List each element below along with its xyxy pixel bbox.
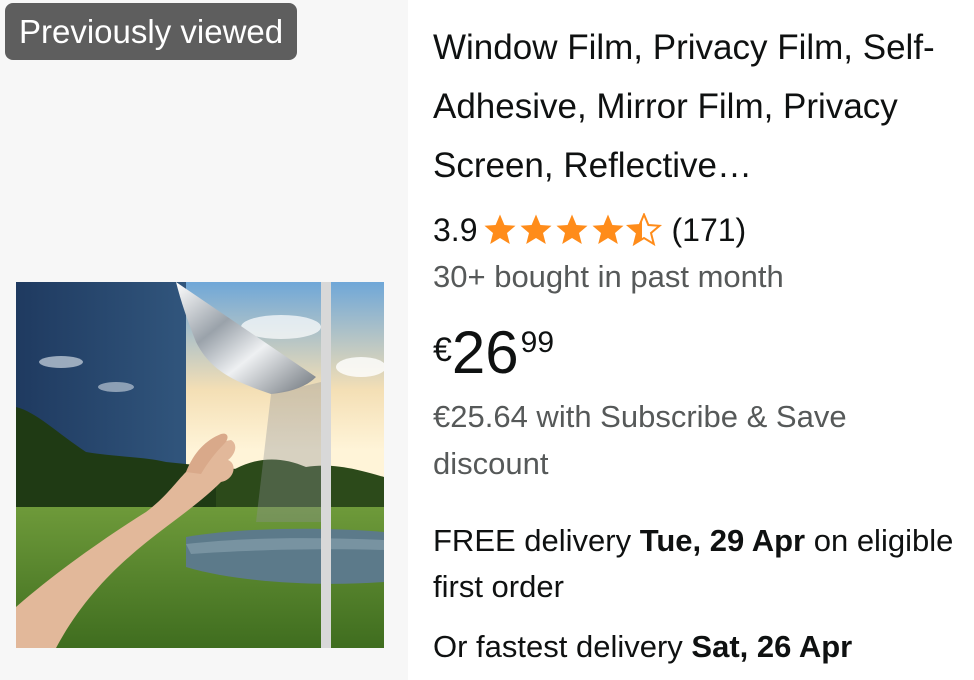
review-count-link[interactable]: (171) — [671, 212, 746, 249]
star-rating-icon — [483, 213, 663, 247]
fastest-delivery-info: Or fastest delivery Sat, 26 Apr — [433, 624, 852, 670]
rating-row[interactable]: 3.9 (171) — [433, 208, 746, 252]
product-title[interactable]: Window Film, Privacy Film, Self-Adhesive… — [433, 18, 961, 195]
free-delivery-info: FREE delivery Tue, 29 Apr on eligible fi… — [433, 518, 961, 610]
price-whole: 26 — [451, 319, 519, 386]
fastest-prefix: Or fastest delivery — [433, 629, 692, 664]
delivery-date: Tue, 29 Apr — [639, 523, 806, 558]
previously-viewed-badge: Previously viewed — [5, 3, 298, 60]
bought-in-past-month: 30+ bought in past month — [433, 259, 784, 294]
subscribe-save-price: €25.64 with Subscribe & Save discount — [433, 399, 847, 481]
star-full-icon — [556, 214, 588, 244]
star-full-icon — [592, 214, 624, 244]
price-currency: € — [433, 331, 452, 369]
fastest-delivery-date: Sat, 26 Apr — [691, 629, 853, 664]
rating-value: 3.9 — [433, 211, 478, 248]
product-image-panel[interactable]: Previously viewed — [0, 0, 408, 680]
star-full-icon — [484, 214, 516, 244]
product-image[interactable] — [16, 282, 384, 648]
price: €2699 — [433, 318, 554, 388]
star-partial-icon — [627, 213, 661, 245]
price-fraction: 99 — [520, 326, 555, 359]
delivery-prefix: FREE delivery — [433, 523, 640, 558]
star-full-icon — [520, 214, 552, 244]
